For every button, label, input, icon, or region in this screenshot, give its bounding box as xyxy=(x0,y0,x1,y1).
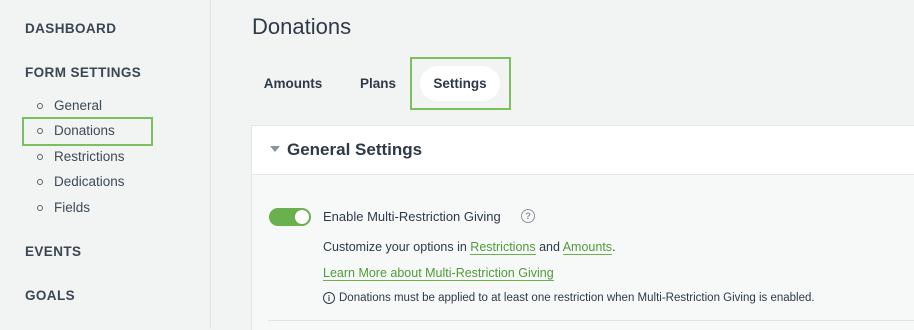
restrictions-link[interactable]: Restrictions xyxy=(470,240,536,255)
sidebar-item-general[interactable]: General xyxy=(37,98,102,113)
toggle-label: Enable Multi-Restriction Giving xyxy=(323,209,501,224)
notice-text: i Donations must be applied to at least … xyxy=(323,292,815,304)
toggle-knob xyxy=(295,210,309,224)
multi-restriction-toggle[interactable] xyxy=(269,208,311,226)
sidebar-item-label: Dedications xyxy=(54,174,125,189)
sidebar-item-label: Fields xyxy=(54,200,91,215)
notice-label: Donations must be applied to at least on… xyxy=(339,292,815,304)
desc-suffix: . xyxy=(612,240,616,254)
bullet-icon xyxy=(37,102,43,109)
bullet-icon xyxy=(37,178,43,185)
help-icon[interactable]: ? xyxy=(521,209,535,223)
sidebar-item-label: Restrictions xyxy=(54,149,125,164)
desc-prefix: Customize your options in xyxy=(323,240,471,254)
amounts-link[interactable]: Amounts xyxy=(562,240,613,255)
bullet-icon xyxy=(37,153,43,160)
donations-highlight xyxy=(22,117,153,146)
caret-down-icon[interactable] xyxy=(270,146,280,152)
sidebar-item-fields[interactable]: Fields xyxy=(37,200,90,215)
sidebar-item-label: General xyxy=(54,98,103,113)
sidebar-goals[interactable]: GOALS xyxy=(25,288,75,303)
settings-tab-highlight xyxy=(410,57,511,110)
sidebar-item-restrictions[interactable]: Restrictions xyxy=(37,149,125,164)
description-text: Customize your options in Restrictions a… xyxy=(323,240,616,255)
divider xyxy=(268,320,914,321)
sidebar-form-settings[interactable]: FORM SETTINGS xyxy=(25,65,141,80)
sidebar-dashboard[interactable]: DASHBOARD xyxy=(25,21,116,36)
info-icon: i xyxy=(323,292,335,304)
page-title: Donations xyxy=(252,14,352,39)
desc-and: and xyxy=(535,240,563,254)
panel-title: General Settings xyxy=(287,140,423,159)
sidebar-events[interactable]: EVENTS xyxy=(25,244,81,259)
sidebar-item-dedications[interactable]: Dedications xyxy=(37,174,125,189)
learn-more-link[interactable]: Learn More about Multi-Restriction Givin… xyxy=(323,266,554,281)
general-settings-panel: General Settings Enable Multi-Restrictio… xyxy=(251,125,914,330)
learn-more-row: Learn More about Multi-Restriction Givin… xyxy=(323,266,554,281)
tab-amounts[interactable]: Amounts xyxy=(258,66,328,101)
tab-plans[interactable]: Plans xyxy=(353,66,403,101)
sidebar: DASHBOARD FORM SETTINGS General Donation… xyxy=(0,0,211,329)
bullet-icon xyxy=(37,204,43,211)
panel-header[interactable]: General Settings xyxy=(252,126,914,175)
